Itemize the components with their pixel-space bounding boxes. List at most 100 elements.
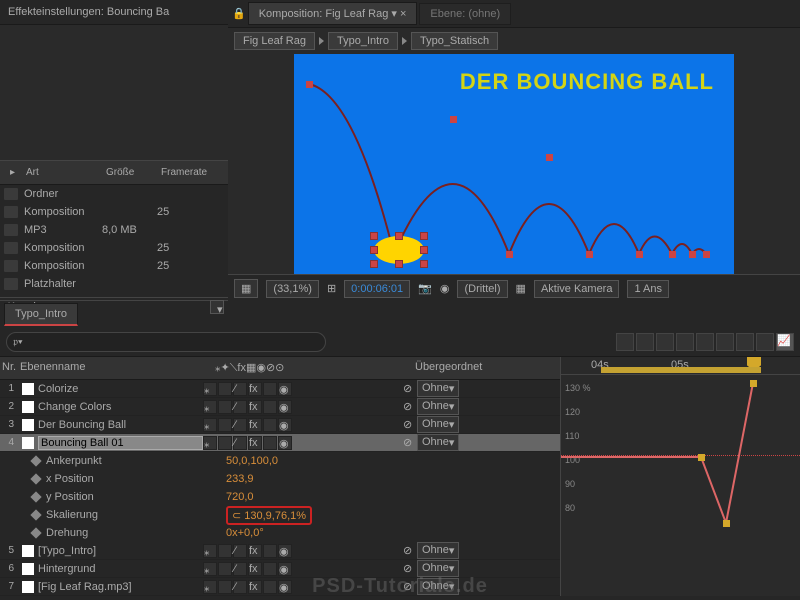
parent-dropdown[interactable]: Ohne▾ <box>417 434 459 451</box>
switch-mb[interactable] <box>263 562 277 576</box>
tl-tool-4[interactable] <box>676 333 694 351</box>
tl-tool-3[interactable] <box>656 333 674 351</box>
tl-tool-7[interactable] <box>736 333 754 351</box>
switch-adj[interactable]: ◉ <box>278 418 292 432</box>
parent-pickwhip-icon[interactable]: ⊘ <box>403 418 417 431</box>
switch-fx2[interactable]: fx <box>248 562 262 576</box>
layer-row[interactable]: 5[Typo_Intro]⁎∕fx◉⊘Ohne▾ <box>0 542 560 560</box>
switch-adj[interactable]: ◉ <box>278 382 292 396</box>
col-size[interactable]: Größe <box>98 165 153 180</box>
parent-pickwhip-icon[interactable]: ⊘ <box>403 562 417 575</box>
tl-tool-6[interactable] <box>716 333 734 351</box>
timeline-search-input[interactable] <box>6 332 326 352</box>
parent-dropdown[interactable]: Ohne▾ <box>417 380 459 397</box>
layer-name[interactable]: Bouncing Ball 01 <box>38 436 203 450</box>
keyframe-nav-icon[interactable] <box>30 455 41 466</box>
layer-row[interactable]: 1Colorize⁎∕fx◉⊘Ohne▾ <box>0 380 560 398</box>
switch-adj[interactable]: ◉ <box>278 400 292 414</box>
layer-row[interactable]: 3Der Bouncing Ball⁎∕fx◉⊘Ohne▾ <box>0 416 560 434</box>
layer-name[interactable]: [Typo_Intro] <box>38 545 203 557</box>
switch-shy[interactable]: ⁎ <box>203 400 217 414</box>
toggle-mask-icon[interactable]: ▦ <box>516 282 526 295</box>
switch-mb[interactable] <box>263 382 277 396</box>
switch-fx[interactable]: ∕ <box>233 382 247 396</box>
switch-mb[interactable] <box>263 580 277 594</box>
breadcrumb-item[interactable]: Typo_Statisch <box>411 32 498 50</box>
keyframe-nav-icon[interactable] <box>30 473 41 484</box>
switch-mb[interactable] <box>263 418 277 432</box>
tl-tool-2[interactable] <box>636 333 654 351</box>
switch-solo[interactable] <box>218 418 232 432</box>
layer-tab[interactable]: Ebene: (ohne) <box>419 3 511 25</box>
keyframe-nav-icon[interactable] <box>30 491 41 502</box>
parent-pickwhip-icon[interactable]: ⊘ <box>403 400 417 413</box>
breadcrumb-item[interactable]: Fig Leaf Rag <box>234 32 315 50</box>
switch-adj[interactable]: ◉ <box>278 580 292 594</box>
switch-solo[interactable] <box>218 400 232 414</box>
switch-solo[interactable] <box>218 562 232 576</box>
tl-tool-8[interactable] <box>756 333 774 351</box>
composition-viewer[interactable]: DER BOUNCING BALL <box>228 54 800 274</box>
property-value[interactable]: 50,0,100,0 <box>226 455 278 467</box>
layer-name[interactable]: Der Bouncing Ball <box>38 419 203 431</box>
timecode-display[interactable]: 0:00:06:01 <box>344 280 410 298</box>
switch-fx2[interactable]: fx <box>248 580 262 594</box>
composition-canvas[interactable]: DER BOUNCING BALL <box>294 54 734 274</box>
timeline-tab[interactable]: Typo_Intro <box>4 303 78 326</box>
project-header-icon[interactable]: ▸ <box>2 165 18 180</box>
col-framerate[interactable]: Framerate <box>153 165 215 180</box>
switch-fx2[interactable]: fx <box>248 400 262 414</box>
layer-row[interactable]: 4Bouncing Ball 01⁎∕fx◉⊘Ohne▾ <box>0 434 560 452</box>
layer-color-icon[interactable] <box>22 401 34 413</box>
project-row[interactable]: Komposition25 <box>0 203 228 221</box>
transform-property-row[interactable]: Ankerpunkt50,0,100,0 <box>0 452 560 470</box>
project-row[interactable]: MP38,0 MB <box>0 221 228 239</box>
switch-shy[interactable]: ⁎ <box>203 544 217 558</box>
layer-color-icon[interactable] <box>22 437 34 449</box>
parent-dropdown[interactable]: Ohne▾ <box>417 416 459 433</box>
switch-shy[interactable]: ⁎ <box>203 418 217 432</box>
switch-adj[interactable]: ◉ <box>278 562 292 576</box>
layer-color-icon[interactable] <box>22 383 34 395</box>
property-value[interactable]: 720,0 <box>226 491 254 503</box>
project-row[interactable]: Komposition25 <box>0 257 228 275</box>
switch-fx[interactable]: ∕ <box>233 562 247 576</box>
keyframe-nav-icon[interactable] <box>30 527 41 538</box>
parent-dropdown[interactable]: Ohne▾ <box>417 398 459 415</box>
col-type[interactable]: Art <box>18 165 98 180</box>
switch-solo[interactable] <box>218 382 232 396</box>
resolution-icon[interactable]: ⊞ <box>327 282 336 295</box>
switch-fx[interactable]: ∕ <box>233 580 247 594</box>
switch-solo[interactable] <box>218 544 232 558</box>
layer-color-icon[interactable] <box>22 419 34 431</box>
breadcrumb-item[interactable]: Typo_Intro <box>328 32 398 50</box>
project-row[interactable]: Komposition25 <box>0 239 228 257</box>
tl-tool-5[interactable] <box>696 333 714 351</box>
snapshot-icon[interactable]: 📷 <box>418 282 432 295</box>
property-value[interactable]: 0x+0,0° <box>226 527 264 539</box>
layer-name[interactable]: [Fig Leaf Rag.mp3] <box>38 581 203 593</box>
lock-icon[interactable]: 🔒 <box>232 7 246 20</box>
layer-name[interactable]: Hintergrund <box>38 563 203 575</box>
switch-fx[interactable]: ∕ <box>233 418 247 432</box>
switch-fx2[interactable]: fx <box>248 418 262 432</box>
tl-tool-1[interactable] <box>616 333 634 351</box>
switch-solo[interactable] <box>218 436 232 450</box>
graph-editor[interactable]: 130 % 120 110 100 90 80 <box>561 375 800 596</box>
project-footer-dd[interactable]: ▾ <box>210 300 224 314</box>
layer-color-icon[interactable] <box>22 563 34 575</box>
layer-name[interactable]: Change Colors <box>38 401 203 413</box>
preview-mode-dropdown[interactable]: (Drittel) <box>457 280 507 298</box>
switch-adj[interactable]: ◉ <box>278 544 292 558</box>
transform-property-row[interactable]: x Position233,9 <box>0 470 560 488</box>
switch-fx[interactable]: ∕ <box>233 544 247 558</box>
parent-pickwhip-icon[interactable]: ⊘ <box>403 544 417 557</box>
work-area-bar[interactable] <box>601 367 761 373</box>
switch-shy[interactable]: ⁎ <box>203 436 217 450</box>
parent-pickwhip-icon[interactable]: ⊘ <box>403 382 417 395</box>
layer-row[interactable]: 2Change Colors⁎∕fx◉⊘Ohne▾ <box>0 398 560 416</box>
camera-dropdown[interactable]: Aktive Kamera <box>534 280 620 298</box>
switch-shy[interactable]: ⁎ <box>203 382 217 396</box>
transform-property-row[interactable]: Drehung0x+0,0° <box>0 524 560 542</box>
channels-icon[interactable]: ◉ <box>440 282 450 295</box>
